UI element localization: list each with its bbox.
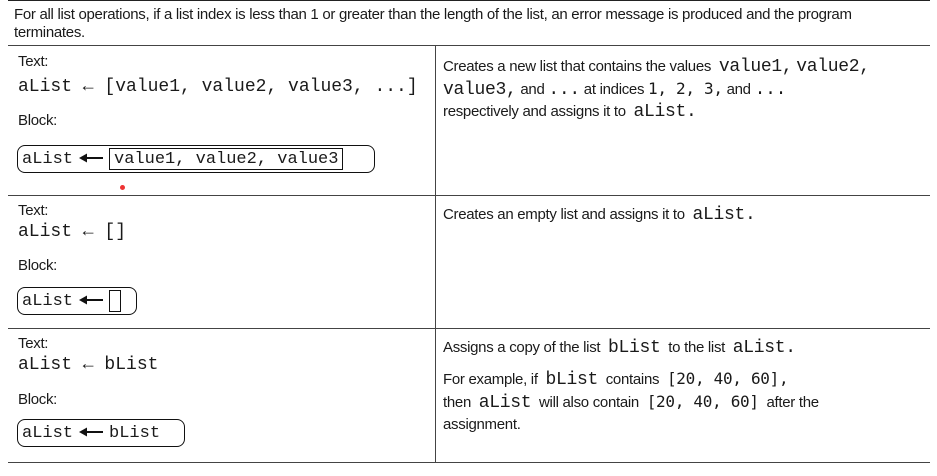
block-label: Block: xyxy=(18,257,58,274)
desc-code: ... xyxy=(754,80,787,100)
block-value: value1, value2, value3 xyxy=(114,149,339,169)
block-variable: aList xyxy=(22,423,74,443)
text-code: aList ← [value1, value2, value3, ...] xyxy=(18,77,418,97)
text-label: Text: xyxy=(18,202,49,219)
list-operations-note: For all list operations, if a list index… xyxy=(14,6,852,41)
row3-description: Assigns a copy of the list bList to the … xyxy=(443,337,923,435)
list-value-box: value1, value2, value3 xyxy=(109,148,344,170)
desc-code: bList xyxy=(608,338,661,358)
row3-left-cell: Text: aList ← bList Block: xyxy=(18,335,158,408)
table-top-border xyxy=(8,45,930,46)
row-divider-2 xyxy=(8,328,930,329)
desc-code: bList xyxy=(545,370,598,390)
row2-description: Creates an empty list and assigns it to … xyxy=(443,204,923,226)
desc-text: contains xyxy=(605,371,660,388)
text-label: Text: xyxy=(18,335,49,352)
desc-text: and xyxy=(520,81,545,98)
desc-text: at indices xyxy=(583,81,645,98)
desc-code: aList xyxy=(478,393,532,413)
desc-text: assignment. xyxy=(443,416,521,433)
left-arrow-icon xyxy=(79,424,104,443)
row1-description: Creates a new list that contains the val… xyxy=(443,56,923,123)
block-variable: aList xyxy=(22,291,74,311)
top-rule xyxy=(8,0,930,1)
left-arrow-icon xyxy=(79,150,104,169)
desc-code: aList. xyxy=(732,338,796,358)
desc-code: [20, 40, 60] xyxy=(646,392,759,411)
assignment-block: aList bList xyxy=(17,419,185,447)
row-divider-1 xyxy=(8,195,930,196)
empty-list-box xyxy=(109,290,122,312)
desc-text: then xyxy=(443,394,471,411)
desc-text: respectively and assigns it to xyxy=(443,103,626,120)
text-code: aList ← [] xyxy=(18,222,127,242)
desc-code: value2, xyxy=(796,57,870,77)
desc-code: [20, 40, 60], xyxy=(666,369,789,388)
assignment-block: aList xyxy=(17,287,137,315)
desc-code: 1, 2, 3, xyxy=(648,79,723,98)
block-label: Block: xyxy=(18,112,58,129)
table-bottom-border xyxy=(8,462,930,463)
block-variable: aList xyxy=(22,149,74,169)
text-code: aList ← bList xyxy=(18,355,159,375)
desc-code: value3, xyxy=(443,80,517,100)
row1-left-cell: Text: aList ← [value1, value2, value3, .… xyxy=(18,53,418,129)
desc-text: to the list xyxy=(668,339,726,356)
desc-text: For example, if xyxy=(443,371,538,388)
desc-text: and xyxy=(726,81,751,98)
desc-text: Creates an empty list and assigns it to xyxy=(443,206,685,223)
desc-text: will also contain xyxy=(539,394,639,411)
desc-text: Assigns a copy of the list xyxy=(443,339,601,356)
desc-code: ... xyxy=(548,80,580,100)
desc-text: Creates a new list that contains the val… xyxy=(443,58,712,75)
desc-code: value1, xyxy=(718,57,793,77)
desc-code: aList. xyxy=(633,102,697,122)
left-arrow-icon xyxy=(79,292,104,311)
cursor-dot xyxy=(120,185,125,190)
column-divider xyxy=(435,45,436,463)
row2-left-cell: Text: aList ← [] Block: xyxy=(18,202,126,274)
block-label: Block: xyxy=(18,391,58,408)
assignment-block: aList value1, value2, value3 xyxy=(17,145,375,173)
desc-code: aList. xyxy=(692,205,756,225)
desc-text: after the xyxy=(766,394,819,411)
block-value: bList xyxy=(109,423,161,443)
text-label: Text: xyxy=(18,53,49,70)
